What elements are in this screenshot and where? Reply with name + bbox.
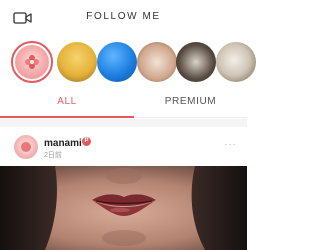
avatar[interactable] <box>14 135 38 159</box>
tab-premium[interactable]: PREMIUM <box>134 96 247 107</box>
post-timestamp: 2日前 <box>44 152 62 159</box>
post-username[interactable]: manami <box>44 138 82 149</box>
story-avatar-5[interactable] <box>176 42 216 82</box>
feed-tabs: ALL PREMIUM <box>0 88 247 118</box>
story-avatar-3[interactable] <box>97 42 137 82</box>
post-image[interactable] <box>0 166 247 250</box>
story-avatar-self[interactable] <box>11 41 53 83</box>
flower-icon <box>25 55 39 69</box>
top-bar: FOLLOW ME <box>0 0 247 36</box>
portrait-photo <box>0 166 247 250</box>
story-avatar-6[interactable] <box>216 42 256 82</box>
tab-all[interactable]: ALL <box>0 96 134 107</box>
story-avatar-4[interactable] <box>137 42 177 82</box>
more-options-icon[interactable]: ··· <box>224 139 237 150</box>
premium-badge: P <box>82 137 91 146</box>
section-divider <box>0 119 247 127</box>
active-tab-indicator <box>0 116 134 118</box>
post-header: manami P 2日前 ··· <box>0 127 247 163</box>
stories-row <box>0 41 256 88</box>
page-title: FOLLOW ME <box>86 11 161 22</box>
story-avatar-2[interactable] <box>57 42 97 82</box>
